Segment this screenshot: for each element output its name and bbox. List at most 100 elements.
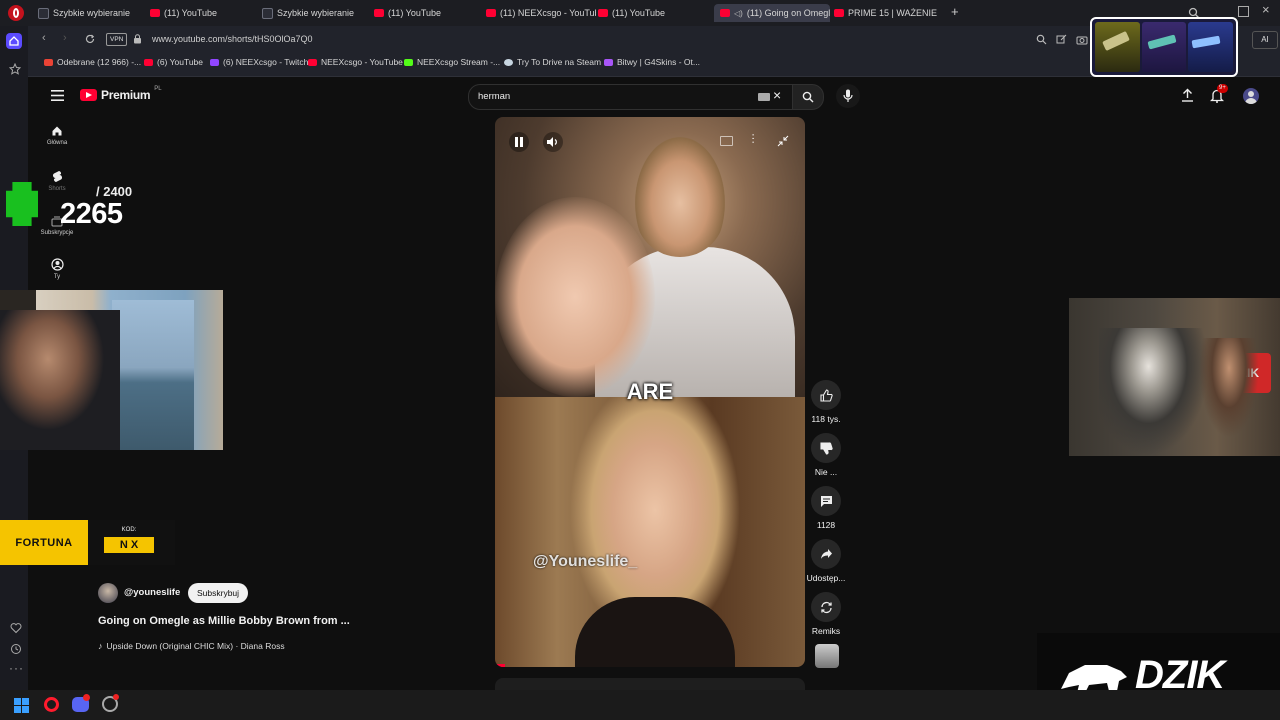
video-title[interactable]: Going on Omegle as Millie Bobby Brown fr…	[98, 615, 350, 627]
clear-search-icon[interactable]: ×	[773, 87, 781, 103]
app-taskbar-icon[interactable]	[102, 694, 119, 712]
dislike-button[interactable]: Nie ...	[806, 433, 846, 477]
shorts-icon	[52, 171, 62, 182]
comments-icon	[820, 495, 832, 507]
comments-button[interactable]: 1128	[806, 486, 846, 530]
music-line[interactable]: ♪ Upside Down (Original CHIC Mix) · Dian…	[98, 641, 285, 651]
tab-going-on-omegle[interactable]: ◁) (11) Going on Omegle	[714, 4, 830, 22]
streamer-webcam	[0, 290, 223, 450]
tab-youtube-3[interactable]: (11) YouTube	[598, 4, 703, 22]
create-upload-icon[interactable]	[1181, 88, 1194, 102]
youtube-icon	[308, 58, 317, 66]
reload-icon[interactable]	[85, 34, 95, 44]
code-value: N X	[104, 537, 154, 553]
search-input[interactable]: herman	[478, 91, 510, 102]
video-frame-bottom	[495, 397, 805, 667]
speed-dial-icon	[38, 7, 49, 19]
sound-thumbnail[interactable]	[815, 644, 839, 668]
ai-button[interactable]: AI	[1252, 31, 1278, 49]
like-button[interactable]: 118 tys.	[806, 380, 846, 424]
voice-search-button[interactable]	[836, 84, 860, 108]
search-button[interactable]	[792, 84, 824, 110]
g4skins-icon	[604, 58, 613, 66]
pause-button[interactable]	[509, 132, 529, 152]
nav-home[interactable]: Główna	[40, 125, 74, 146]
youtube-premium-logo[interactable]: Premium PL	[80, 86, 162, 102]
taskbar	[0, 690, 1280, 720]
speed-dial-icon	[262, 7, 273, 19]
nav-you[interactable]: Ty	[40, 258, 74, 280]
caption-text: ARE	[626, 379, 674, 404]
youtube-icon	[486, 9, 496, 17]
search-icon	[802, 91, 814, 103]
tab-speed-dial-2[interactable]: Szybkie wybieranie	[262, 4, 367, 22]
history-icon[interactable]	[10, 643, 22, 655]
share-button[interactable]: Udostęp...	[806, 539, 846, 583]
subscribe-button[interactable]: Subskrybuj	[188, 583, 249, 603]
vpn-badge[interactable]: VPN	[106, 33, 128, 46]
bookmark-steam[interactable]: Try To Drive na Steam	[504, 57, 601, 67]
edit-icon[interactable]	[1056, 34, 1067, 45]
new-tab-icon[interactable]: +	[951, 5, 959, 19]
bookmark-g4skins[interactable]: Bitwy | G4Skins - Ot...	[604, 57, 700, 67]
youtube-icon	[834, 9, 844, 17]
home-icon	[52, 126, 62, 136]
like-icon	[819, 388, 833, 402]
avatar[interactable]	[1243, 88, 1259, 104]
discord-taskbar-icon[interactable]	[72, 694, 90, 712]
volume-icon	[547, 137, 557, 147]
youtube-icon	[144, 58, 153, 66]
youtube-icon	[720, 9, 730, 17]
share-icon	[820, 549, 832, 559]
restore-window-icon[interactable]	[1238, 6, 1249, 17]
back-icon[interactable]: ‹	[42, 32, 46, 44]
bookmark-kick-stream[interactable]: NEEXcsgo Stream -...	[404, 57, 500, 67]
shorts-video-player[interactable]: ARE @Youneslife_ ···	[495, 117, 805, 667]
close-window-icon[interactable]: ×	[1262, 2, 1270, 17]
workspace-icon[interactable]	[6, 33, 22, 49]
url-field[interactable]: www.youtube.com/shorts/tHS0OlOa7Q0	[152, 34, 313, 44]
bookmark-neexcsgo-youtube[interactable]: NEEXcsgo - YouTube	[308, 57, 403, 67]
bookmark-icon[interactable]	[9, 63, 21, 75]
volume-button[interactable]	[543, 132, 563, 152]
nav-shorts[interactable]: Shorts	[40, 170, 74, 192]
bookmark-twitch[interactable]: (6) NEEXcsgo - Twitch	[210, 57, 308, 67]
goal-current: 2265	[60, 198, 123, 230]
skin-card	[1095, 22, 1140, 72]
tab-neexcsgo-youtube[interactable]: (11) NEEXcsgo - YouTube	[486, 4, 596, 22]
more-options-icon[interactable]: ···	[747, 133, 759, 144]
next-short-preview[interactable]	[495, 678, 805, 690]
opera-logo-icon[interactable]	[8, 5, 24, 21]
opera-taskbar-icon[interactable]	[44, 697, 59, 712]
search-box[interactable]: herman ×	[468, 84, 794, 110]
search-page-icon[interactable]	[1036, 34, 1047, 45]
camera-icon[interactable]	[1076, 34, 1088, 45]
menu-icon[interactable]	[51, 90, 64, 101]
channel-name[interactable]: @youneslife	[124, 587, 180, 598]
sponsor-name: FORTUNA	[0, 520, 88, 565]
bookmark-youtube[interactable]: (6) YouTube	[144, 57, 203, 67]
bookmark-gmail[interactable]: Odebrane (12 966) -...	[44, 57, 141, 67]
tab-speed-dial-1[interactable]: Szybkie wybieranie	[38, 4, 143, 22]
forward-icon[interactable]: ›	[63, 32, 67, 44]
progress-bar[interactable]	[495, 664, 505, 667]
remix-button[interactable]: Remiks	[806, 592, 846, 636]
pause-icon	[515, 137, 518, 147]
speaker-icon[interactable]: ◁)	[734, 9, 743, 18]
channel-avatar[interactable]	[98, 583, 118, 603]
tab-prime-15[interactable]: PRIME 15 | WAŻENIE + ZA	[834, 4, 939, 22]
youtube-icon	[598, 9, 608, 17]
keyboard-icon[interactable]	[758, 93, 770, 101]
skin-drops-overlay	[1090, 17, 1238, 77]
windows-start-icon[interactable]	[14, 698, 29, 713]
notifications-button[interactable]: 9+	[1209, 84, 1228, 104]
collapse-icon[interactable]	[777, 135, 789, 147]
captions-icon[interactable]	[720, 136, 733, 146]
more-icon[interactable]: ···	[9, 661, 24, 675]
tab-youtube-1[interactable]: (11) YouTube	[150, 4, 255, 22]
browser-tab-bar: Szybkie wybieranie (11) YouTube Szybkie …	[0, 0, 1280, 26]
tab-youtube-2[interactable]: (11) YouTube	[374, 4, 479, 22]
heart-icon[interactable]	[10, 622, 22, 634]
video-frame-top	[495, 117, 805, 397]
lock-icon[interactable]	[133, 34, 142, 44]
